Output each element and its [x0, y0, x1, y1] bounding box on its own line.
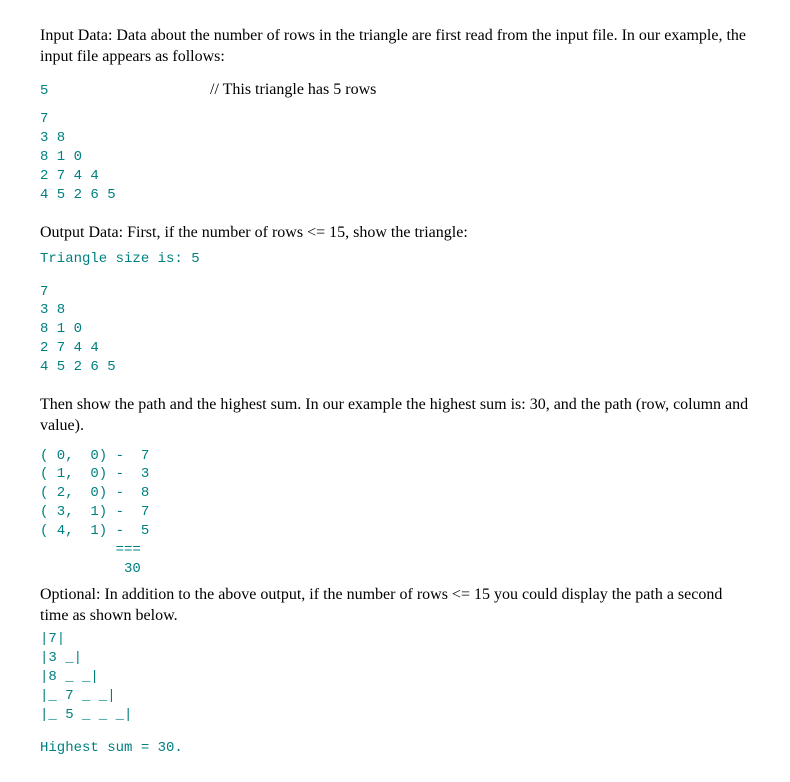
input-comment: // This triangle has 5 rows: [210, 80, 376, 101]
triangle-size-header: Triangle size is: 5: [40, 250, 750, 269]
output-data-intro: Output Data: First, if the number of row…: [40, 223, 750, 244]
input-file-block: 7 3 8 8 1 0 2 7 4 4 4 5 2 6 5: [40, 110, 750, 204]
highest-sum-footer: Highest sum = 30.: [40, 739, 750, 758]
optional-display-block: |7| |3 _| |8 _ _| |_ 7 _ _| |_ 5 _ _ _|: [40, 630, 750, 724]
optional-intro: Optional: In addition to the above outpu…: [40, 585, 750, 627]
input-data-intro: Input Data: Data about the number of row…: [40, 26, 750, 68]
path-block: ( 0, 0) - 7 ( 1, 0) - 3 ( 2, 0) - 8 ( 3,…: [40, 447, 750, 579]
path-intro: Then show the path and the highest sum. …: [40, 395, 750, 437]
input-first-value: 5: [40, 82, 210, 101]
output-triangle-block: 7 3 8 8 1 0 2 7 4 4 4 5 2 6 5: [40, 283, 750, 377]
